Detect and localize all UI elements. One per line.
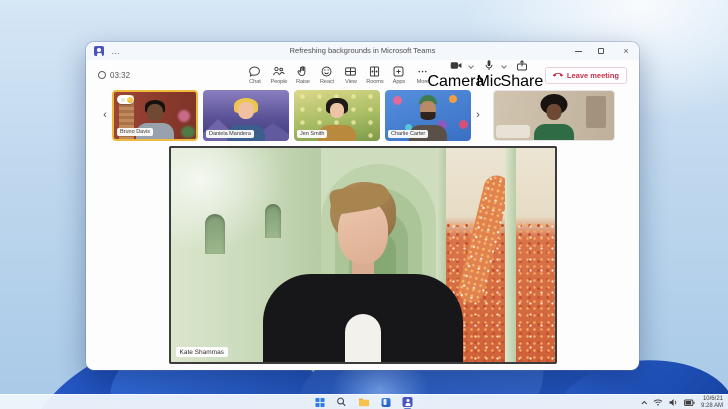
chat-icon xyxy=(248,65,261,78)
window-title: Refreshing backgrounds in Microsoft Team… xyxy=(86,46,639,55)
participant-name: Jen Smith xyxy=(297,130,327,138)
laughing-emoji-icon xyxy=(127,97,133,103)
camera-button[interactable]: Camera xyxy=(443,59,469,91)
mic-button[interactable]: Mic xyxy=(476,59,502,91)
react-button[interactable]: React xyxy=(315,65,339,85)
participant-tile-charlie-carter[interactable]: Charlie Carter xyxy=(385,90,471,141)
participant-name: Daniela Mandera xyxy=(206,130,254,138)
teams-app-icon xyxy=(403,397,413,407)
apps-icon xyxy=(392,65,405,78)
view-layout-icon xyxy=(344,65,357,78)
raise-hand-button[interactable]: Raise xyxy=(291,65,315,85)
people-button[interactable]: People xyxy=(267,65,291,85)
close-button[interactable]: × xyxy=(621,44,631,58)
start-button[interactable] xyxy=(316,395,325,409)
maximize-button[interactable] xyxy=(598,48,604,54)
leave-meeting-button[interactable]: Leave meeting xyxy=(545,67,627,84)
mic-icon xyxy=(482,59,496,72)
view-button[interactable]: View xyxy=(339,65,363,85)
desktop: … Refreshing backgrounds in Microsoft Te… xyxy=(0,0,728,409)
participant-tile-daniela-mandera[interactable]: Daniela Mandera xyxy=(203,90,289,141)
folder-icon xyxy=(359,397,370,407)
search-button[interactable] xyxy=(337,395,347,409)
filmstrip-next-button[interactable]: › xyxy=(471,90,485,141)
wifi-icon[interactable] xyxy=(653,398,663,407)
raise-hand-icon xyxy=(296,65,309,78)
people-icon xyxy=(272,65,285,78)
reaction-bubble-icon xyxy=(121,98,125,102)
reaction-badge xyxy=(117,95,134,104)
file-explorer-button[interactable] xyxy=(359,395,370,409)
windows-logo-icon xyxy=(316,398,325,407)
taskbar-app-button[interactable] xyxy=(382,395,391,409)
tray-chevron-up-icon[interactable] xyxy=(641,400,647,406)
minimize-button[interactable] xyxy=(575,51,582,52)
mic-dropdown-chevron-icon[interactable] xyxy=(501,63,507,69)
call-end-icon xyxy=(553,70,563,80)
meeting-stage: Kate Shammas xyxy=(86,146,639,366)
participant-filmstrip: ‹ Bruno Davis xyxy=(86,90,639,141)
chat-button[interactable]: Chat xyxy=(243,65,267,85)
filmstrip-prev-button[interactable]: ‹ xyxy=(98,90,112,141)
taskbar-time: 9:28 AM xyxy=(701,403,723,409)
taskbar-clock[interactable]: 10/6/21 9:28 AM xyxy=(701,396,723,409)
speaker-video-tile[interactable]: Kate Shammas xyxy=(169,146,557,364)
apps-button[interactable]: Apps xyxy=(387,65,411,85)
self-preview-tile[interactable] xyxy=(493,90,615,141)
teams-taskbar-button[interactable] xyxy=(403,395,413,409)
share-icon xyxy=(515,59,529,72)
rooms-button[interactable]: Rooms xyxy=(363,65,387,85)
participant-name: Charlie Carter xyxy=(388,130,428,138)
meeting-toolbar: 03:32 Chat People Raise React View xyxy=(86,60,639,90)
battery-icon[interactable] xyxy=(684,399,695,407)
speaker-name-label: Kate Shammas xyxy=(176,347,228,357)
share-button[interactable]: Share xyxy=(509,59,535,91)
volume-icon[interactable] xyxy=(669,398,678,407)
rooms-icon xyxy=(368,65,381,78)
app-window-icon xyxy=(382,398,391,407)
taskbar-date: 10/6/21 xyxy=(701,396,723,403)
camera-dropdown-chevron-icon[interactable] xyxy=(468,63,474,69)
participant-tile-jen-smith[interactable]: Jen Smith xyxy=(294,90,380,141)
meeting-timer: 03:32 xyxy=(98,71,130,80)
teams-meeting-window: … Refreshing backgrounds in Microsoft Te… xyxy=(86,42,639,370)
camera-icon xyxy=(449,59,463,72)
react-smiley-icon xyxy=(320,65,333,78)
participant-tile-bruno-davis[interactable]: Bruno Davis xyxy=(112,90,198,141)
window-titlebar[interactable]: … Refreshing backgrounds in Microsoft Te… xyxy=(86,42,639,60)
participant-name: Bruno Davis xyxy=(117,128,153,136)
windows-taskbar: 10/6/21 9:28 AM xyxy=(0,394,728,409)
search-icon xyxy=(337,397,347,407)
timer-icon xyxy=(98,71,106,79)
